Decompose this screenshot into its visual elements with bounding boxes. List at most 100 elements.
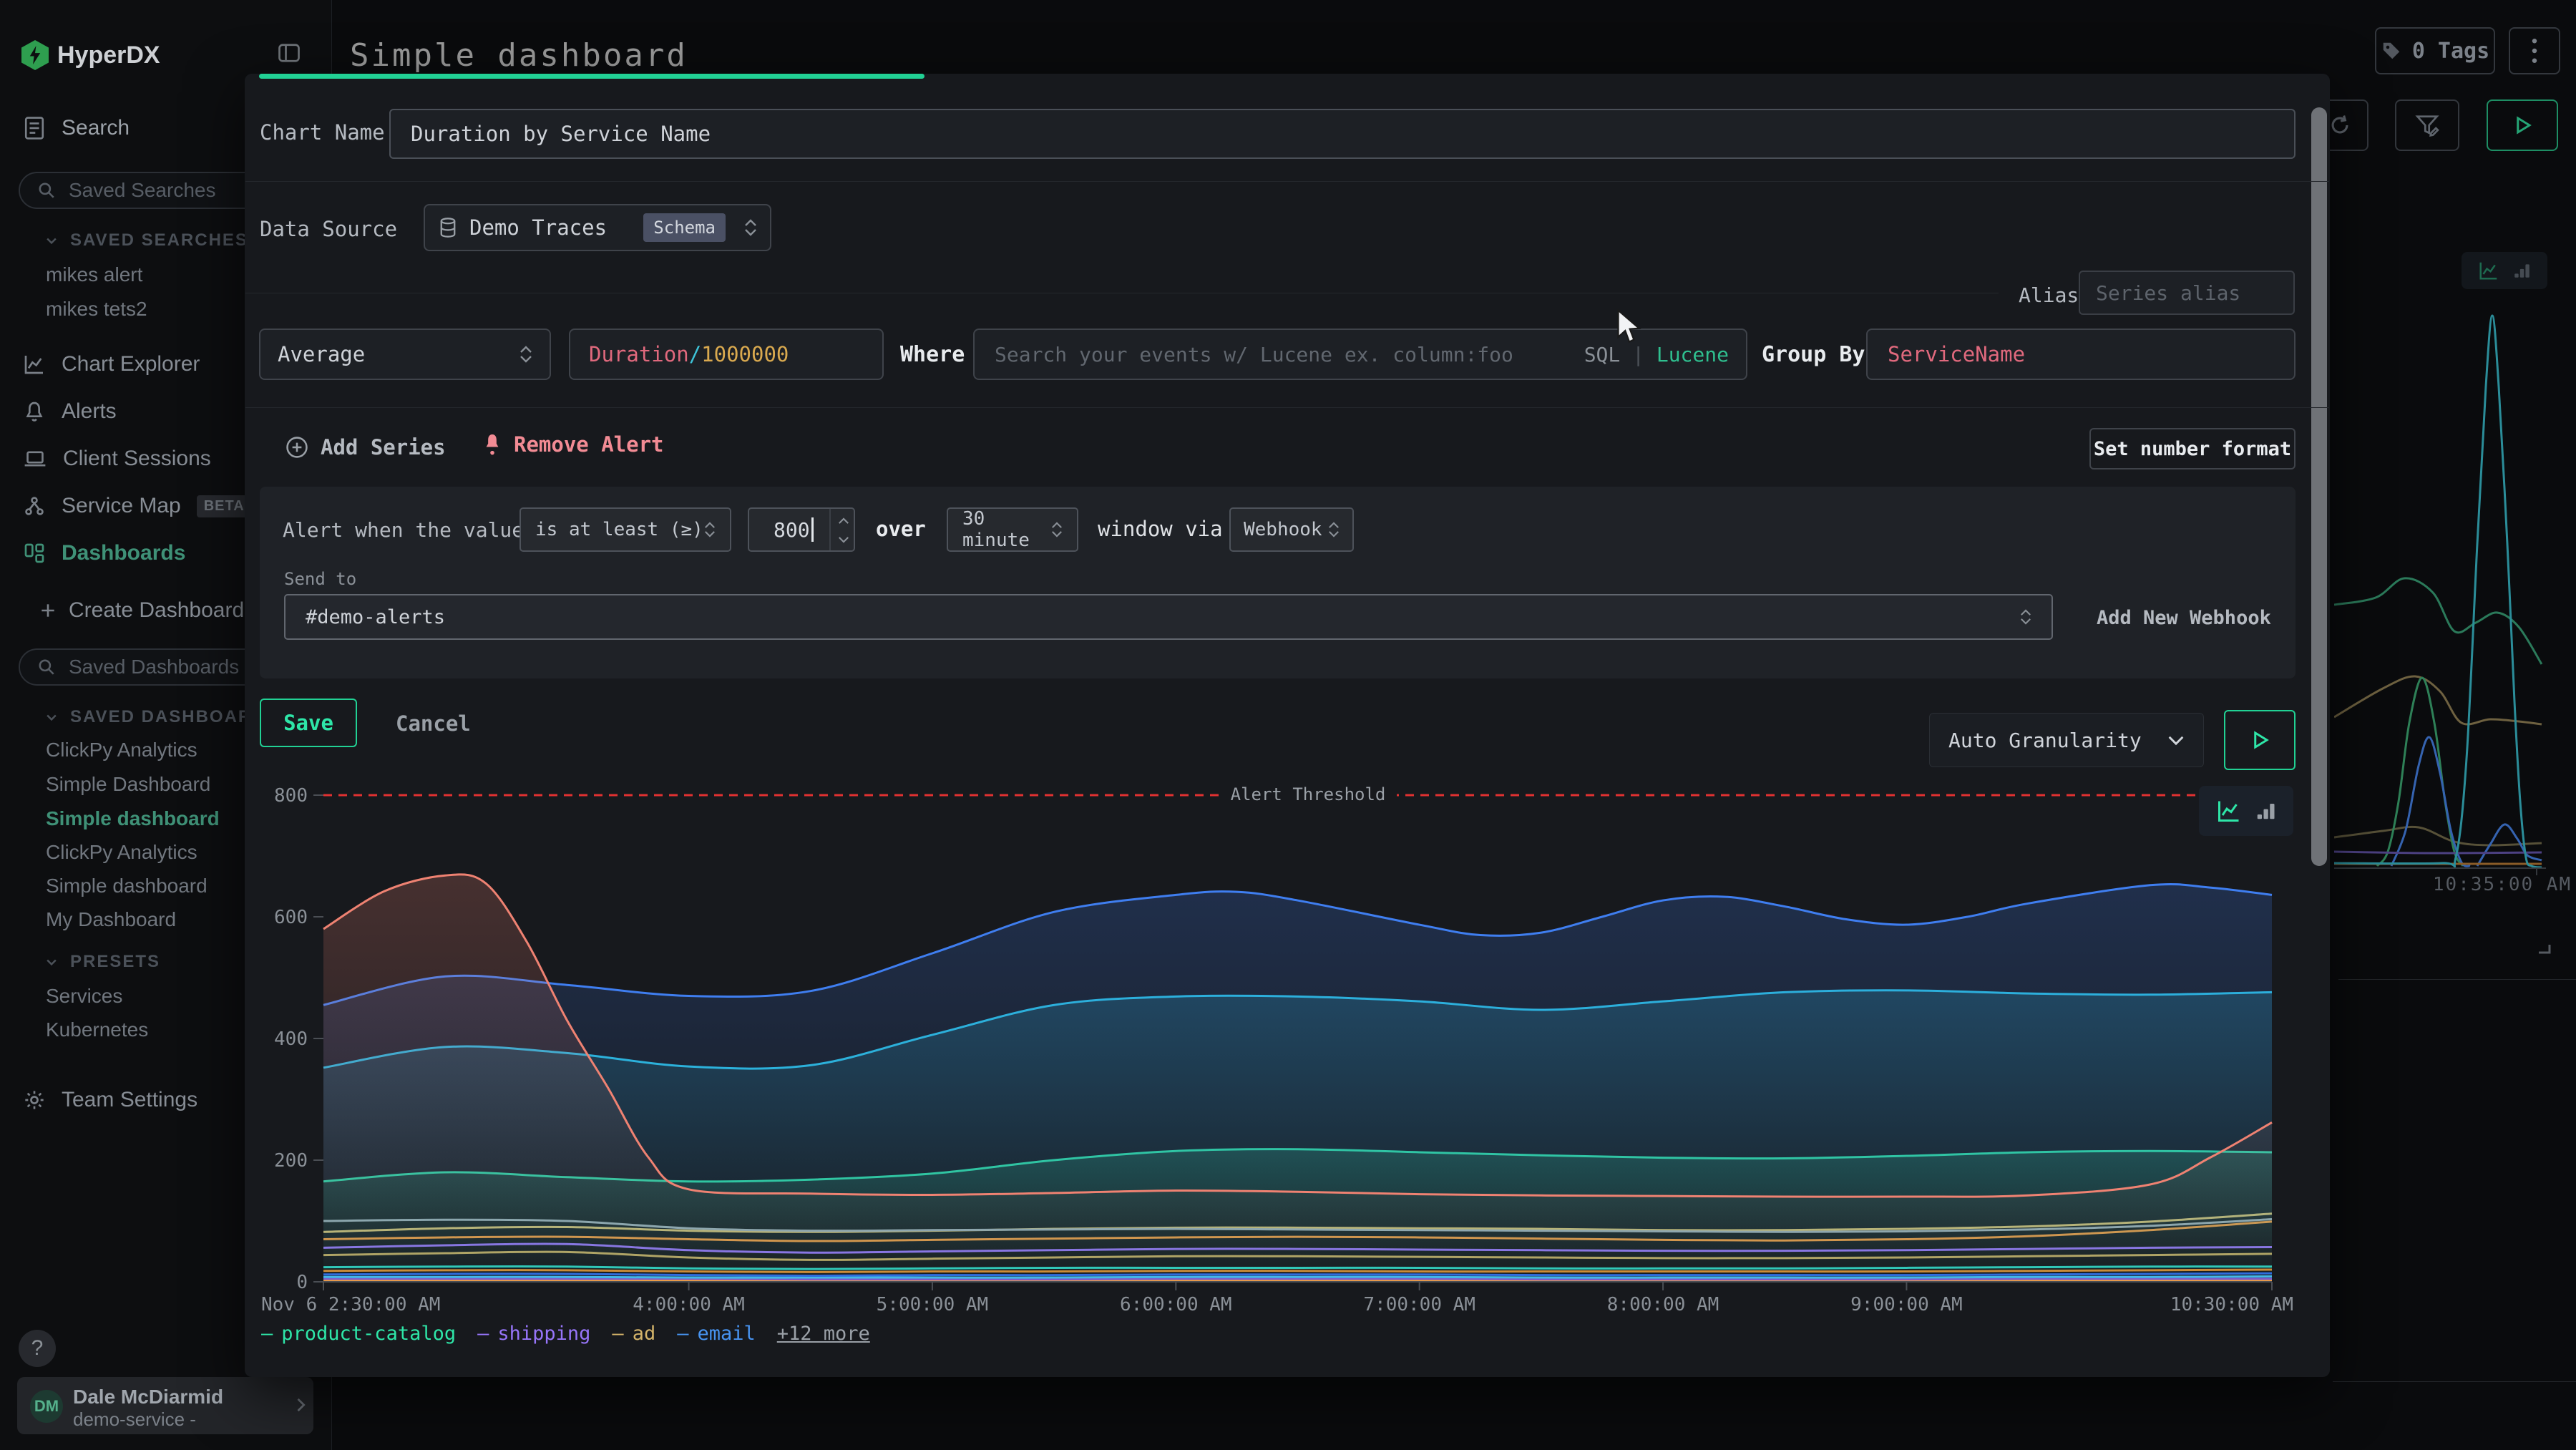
legend-item[interactable]: —product-catalog bbox=[261, 1323, 456, 1345]
alert-channel-select[interactable]: Webhook bbox=[1229, 507, 1354, 552]
brand-title: HyperDX bbox=[57, 42, 160, 69]
saved-search-item[interactable]: mikes tets2 bbox=[46, 298, 147, 321]
app-root: HyperDX Search Saved Searches SAVED SEAR… bbox=[0, 0, 2576, 1450]
select-chevrons-icon bbox=[1051, 522, 1063, 537]
user-card[interactable]: DM Dale McDiarmid demo-service - bbox=[17, 1377, 313, 1434]
set-number-format-button[interactable]: Set number format bbox=[2089, 428, 2296, 469]
save-button[interactable]: Save bbox=[260, 699, 357, 747]
legend-more-link[interactable]: +12 more bbox=[777, 1323, 870, 1345]
sidebar-item-service-map[interactable]: Service Map BETA bbox=[23, 494, 252, 518]
service-map-icon bbox=[23, 495, 46, 517]
svg-text:800: 800 bbox=[274, 785, 308, 807]
plus-icon bbox=[39, 601, 57, 620]
sidebar-item-search[interactable]: Search bbox=[23, 116, 130, 140]
create-dashboard-button[interactable]: Create Dashboard bbox=[39, 598, 244, 623]
dashboard-item[interactable]: ClickPy Analytics bbox=[46, 739, 197, 762]
over-label: over bbox=[876, 517, 926, 541]
select-chevrons-icon bbox=[1328, 522, 1340, 537]
add-series-button[interactable]: Add Series bbox=[285, 435, 446, 459]
cancel-button[interactable]: Cancel bbox=[396, 711, 471, 736]
saved-search-item[interactable]: mikes alert bbox=[46, 263, 142, 286]
data-source-select[interactable]: Demo Traces Schema bbox=[424, 204, 771, 251]
sidebar-item-alerts[interactable]: Alerts bbox=[23, 399, 117, 424]
dashboards-icon bbox=[23, 542, 46, 565]
sidebar-item-label: Chart Explorer bbox=[62, 352, 200, 376]
sidebar-item-chart-explorer[interactable]: Chart Explorer bbox=[23, 352, 200, 376]
bar-chart-icon[interactable] bbox=[2255, 800, 2276, 822]
dashboard-item[interactable]: Simple Dashboard bbox=[46, 773, 210, 796]
search-icon bbox=[37, 181, 56, 200]
saved-dashboards-header[interactable]: SAVED DASHBOARDS bbox=[44, 707, 279, 727]
alert-window-select[interactable]: 30 minute bbox=[947, 507, 1078, 552]
add-new-webhook-link[interactable]: Add New Webhook bbox=[2097, 607, 2271, 629]
preset-item[interactable]: Services bbox=[46, 985, 122, 1008]
chart-type-toggle[interactable] bbox=[2199, 786, 2293, 836]
presets-header[interactable]: PRESETS bbox=[44, 952, 160, 972]
bg-chart-type-toggle[interactable] bbox=[2462, 252, 2547, 289]
remove-alert-button[interactable]: Remove Alert bbox=[482, 432, 664, 457]
svg-text:7:00:00 AM: 7:00:00 AM bbox=[1363, 1294, 1475, 1315]
legend-item[interactable]: —shipping bbox=[477, 1323, 590, 1345]
run-query-button-bg[interactable] bbox=[2487, 99, 2558, 151]
dashboard-item[interactable]: My Dashboard bbox=[46, 908, 176, 931]
tags-button[interactable]: 0 Tags bbox=[2375, 27, 2495, 74]
search-results-icon bbox=[23, 116, 46, 140]
series-alias-input[interactable]: Series alias bbox=[2079, 271, 2295, 315]
filter-edit-icon bbox=[2414, 112, 2441, 139]
help-button[interactable]: ? bbox=[19, 1330, 56, 1367]
query-language-toggle[interactable]: SQL | Lucene bbox=[1584, 343, 1746, 366]
sidebar-item-team-settings[interactable]: Team Settings bbox=[23, 1088, 197, 1112]
chart-legend: —product-catalog —shipping —ad —email +1… bbox=[261, 1323, 870, 1345]
sidebar-item-label: Service Map bbox=[62, 494, 181, 518]
schema-badge[interactable]: Schema bbox=[643, 213, 726, 242]
alert-threshold-input[interactable]: 800 bbox=[748, 507, 855, 552]
duration-chart[interactable]: 0200400600800Nov 6 2:30:00 AM4:00:00 AM5… bbox=[245, 777, 2306, 1335]
resize-handle-icon[interactable] bbox=[2537, 943, 2552, 955]
field-formula-input[interactable]: Duration/1000000 bbox=[569, 329, 884, 380]
database-icon bbox=[438, 217, 458, 238]
sidebar-item-label: Dashboards bbox=[62, 541, 185, 565]
alias-label: Alias bbox=[2019, 283, 2079, 307]
preset-item[interactable]: Kubernetes bbox=[46, 1018, 148, 1041]
search-icon bbox=[37, 658, 56, 676]
page-title: Simple dashboard bbox=[350, 37, 688, 74]
select-chevrons-icon bbox=[2020, 609, 2031, 625]
stepper-up-button[interactable] bbox=[832, 512, 855, 530]
sidebar-toggle-icon[interactable] bbox=[276, 40, 302, 66]
granularity-select[interactable]: Auto Granularity bbox=[1929, 713, 2204, 767]
sidebar-item-dashboards[interactable]: Dashboards bbox=[23, 541, 185, 565]
svg-text:Alert Threshold: Alert Threshold bbox=[1231, 784, 1386, 804]
kebab-menu-button[interactable] bbox=[2509, 27, 2560, 74]
dashboard-item[interactable]: Simple dashboard bbox=[46, 875, 208, 897]
sidebar-item-label: Search bbox=[62, 116, 130, 140]
user-name: Dale McDiarmid bbox=[73, 1386, 223, 1408]
svg-text:600: 600 bbox=[274, 907, 308, 928]
legend-item[interactable]: —ad bbox=[612, 1323, 655, 1345]
run-chart-button[interactable] bbox=[2224, 710, 2296, 770]
group-by-input[interactable]: ServiceName bbox=[1866, 329, 2296, 380]
dashboard-item[interactable]: ClickPy Analytics bbox=[46, 841, 197, 864]
sidebar-item-client-sessions[interactable]: Client Sessions bbox=[23, 447, 211, 471]
chevron-down-icon bbox=[44, 955, 59, 969]
svg-text:Nov 6 2:30:00 AM: Nov 6 2:30:00 AM bbox=[261, 1294, 440, 1315]
line-chart-icon[interactable] bbox=[2216, 798, 2242, 824]
svg-text:400: 400 bbox=[274, 1028, 308, 1050]
legend-item[interactable]: —email bbox=[677, 1323, 756, 1345]
dashboard-item-active[interactable]: Simple dashboard bbox=[46, 807, 220, 830]
select-chevrons-icon bbox=[519, 346, 532, 363]
webhook-select[interactable]: #demo-alerts bbox=[284, 594, 2053, 640]
modal-scrollbar[interactable] bbox=[2311, 107, 2327, 866]
saved-searches-header[interactable]: SAVED SEARCHES bbox=[44, 230, 248, 250]
stepper-down-button[interactable] bbox=[832, 530, 855, 548]
aggregation-select[interactable]: Average bbox=[259, 329, 551, 380]
beta-badge: BETA bbox=[197, 495, 252, 517]
chart-name-input[interactable]: Duration by Service Name bbox=[389, 109, 2296, 159]
play-icon bbox=[2249, 729, 2270, 751]
bg-panel-border-bottom bbox=[2333, 1381, 2576, 1382]
alert-condition-select[interactable]: is at least (≥) bbox=[519, 507, 731, 552]
send-to-label: Send to bbox=[284, 569, 356, 589]
avatar: DM bbox=[30, 1390, 63, 1423]
chevron-down-icon bbox=[44, 233, 59, 248]
where-label: Where bbox=[900, 342, 965, 367]
filter-button[interactable] bbox=[2395, 99, 2459, 151]
